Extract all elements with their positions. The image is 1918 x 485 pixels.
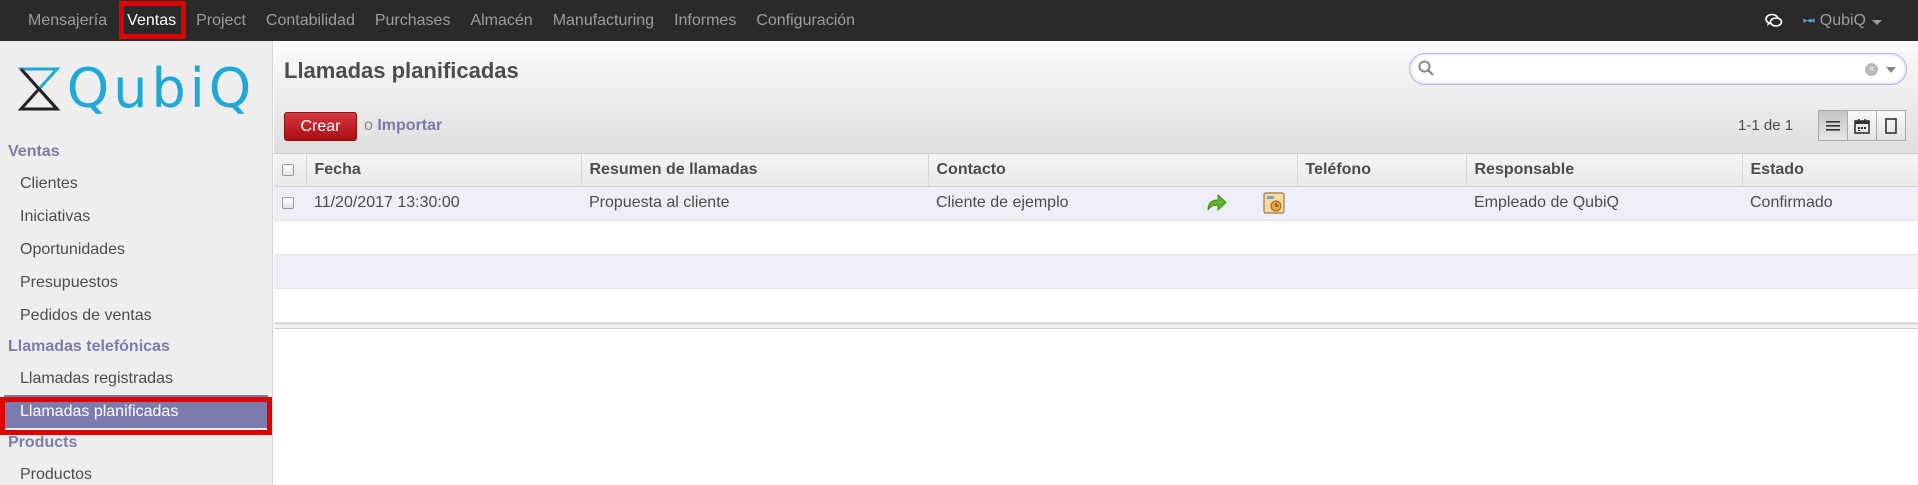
sidebar-item-clientes[interactable]: Clientes — [0, 167, 272, 200]
cell-contacto: Cliente de ejemplo — [928, 186, 1297, 221]
top-menu-configuracion[interactable]: Configuración — [746, 0, 865, 41]
column-header-responsable[interactable]: Responsable — [1466, 154, 1743, 187]
cell-estado: Confirmado — [1742, 186, 1918, 221]
column-header-estado[interactable]: Estado — [1742, 154, 1918, 187]
top-menu-purchases[interactable]: Purchases — [365, 0, 461, 41]
or-label: o — [364, 117, 373, 134]
search-options-dropdown-icon[interactable] — [1886, 67, 1896, 73]
top-menu-mensajeria[interactable]: Mensajería — [18, 0, 117, 41]
view-header: Llamadas planificadas × Crear o Importar… — [274, 41, 1918, 154]
convert-to-opportunity-icon[interactable] — [1205, 193, 1227, 213]
view-switcher — [1818, 110, 1906, 141]
qubiq-logo-icon — [17, 67, 61, 111]
select-all-header — [274, 154, 307, 187]
import-link-group: o Importar — [364, 117, 442, 135]
row-action-icons — [1205, 192, 1285, 214]
ventas-highlight — [119, 1, 186, 39]
table-row-empty — [274, 288, 1918, 323]
sidebar-item-presupuestos[interactable]: Presupuestos — [0, 266, 272, 299]
user-name: QubiQ — [1819, 11, 1866, 29]
sidebar-item-oportunidades[interactable]: Oportunidades — [0, 233, 272, 266]
selected-item-highlight — [0, 397, 272, 435]
logo-text: QubiQ — [66, 57, 256, 120]
top-menu-manufacturing[interactable]: Manufacturing — [543, 0, 664, 41]
company-logo[interactable]: QubiQ — [0, 41, 272, 133]
table-row-empty — [274, 220, 1918, 255]
top-navbar: Mensajería Ventas Project Contabilidad P… — [0, 0, 1918, 41]
top-right-area: ▸◂◂ QubiQ — [1765, 0, 1882, 41]
contact-cell-content: Cliente de ejemplo — [936, 192, 1289, 214]
sidebar-item-llamadas-registradas[interactable]: Llamadas registradas — [0, 362, 272, 395]
column-header-fecha[interactable]: Fecha — [306, 154, 582, 187]
list-footer — [274, 322, 1918, 329]
table-header-row: Fecha Resumen de llamadas Contacto Teléf… — [274, 154, 1918, 187]
top-menu-almacen[interactable]: Almacén — [460, 0, 542, 41]
clear-search-icon[interactable]: × — [1865, 63, 1878, 76]
caret-down-icon — [1872, 19, 1882, 25]
meeting-schedule-icon[interactable] — [1263, 192, 1285, 214]
row-checkbox[interactable] — [282, 196, 294, 209]
chat-bubbles-icon[interactable] — [1765, 13, 1783, 28]
import-link[interactable]: Importar — [377, 117, 442, 134]
list-icon — [1826, 120, 1840, 131]
table-row[interactable]: 11/20/2017 13:30:00 Propuesta al cliente… — [274, 186, 1918, 221]
table-row-empty — [274, 254, 1918, 289]
cell-resumen: Propuesta al cliente — [581, 186, 928, 221]
column-header-contacto[interactable]: Contacto — [928, 154, 1298, 187]
column-header-telefono[interactable]: Teléfono — [1297, 154, 1467, 187]
cell-telefono — [1297, 186, 1466, 221]
sidebar-section-llamadas: Llamadas telefónicas — [8, 338, 170, 355]
search-input[interactable] — [1442, 58, 1862, 80]
search-box[interactable]: × — [1409, 53, 1907, 85]
sidebar-item-productos[interactable]: Productos — [0, 458, 272, 485]
calls-table: Fecha Resumen de llamadas Contacto Teléf… — [274, 154, 1918, 323]
sidebar-section-ventas: Ventas — [8, 143, 60, 160]
calendar-icon — [1854, 118, 1870, 134]
list-view-button[interactable] — [1818, 110, 1848, 141]
pager[interactable]: 1-1 de 1 — [1738, 117, 1793, 134]
form-icon — [1885, 117, 1897, 134]
cell-responsable: Empleado de QubiQ — [1466, 186, 1742, 221]
cell-fecha: 11/20/2017 13:30:00 — [306, 186, 581, 221]
select-all-checkbox[interactable] — [282, 163, 294, 176]
sidebar-item-iniciativas[interactable]: Iniciativas — [0, 200, 272, 233]
avatar: ▸◂◂ — [1803, 15, 1815, 25]
search-icon — [1418, 60, 1434, 81]
top-menu-informes[interactable]: Informes — [664, 0, 746, 41]
form-view-button[interactable] — [1876, 110, 1906, 141]
top-menu-contabilidad[interactable]: Contabilidad — [256, 0, 365, 41]
page-title: Llamadas planificadas — [284, 58, 519, 83]
calendar-view-button[interactable] — [1847, 110, 1877, 141]
create-button[interactable]: Crear — [284, 112, 357, 141]
row-select-cell — [274, 186, 306, 221]
main-content: Llamadas planificadas × Crear o Importar… — [274, 41, 1918, 485]
column-header-resumen[interactable]: Resumen de llamadas — [581, 154, 929, 187]
user-menu[interactable]: ▸◂◂ QubiQ — [1803, 12, 1882, 30]
top-menu-project[interactable]: Project — [186, 0, 256, 41]
contacto-text: Cliente de ejemplo — [936, 194, 1069, 211]
sidebar-item-pedidos[interactable]: Pedidos de ventas — [0, 299, 272, 332]
